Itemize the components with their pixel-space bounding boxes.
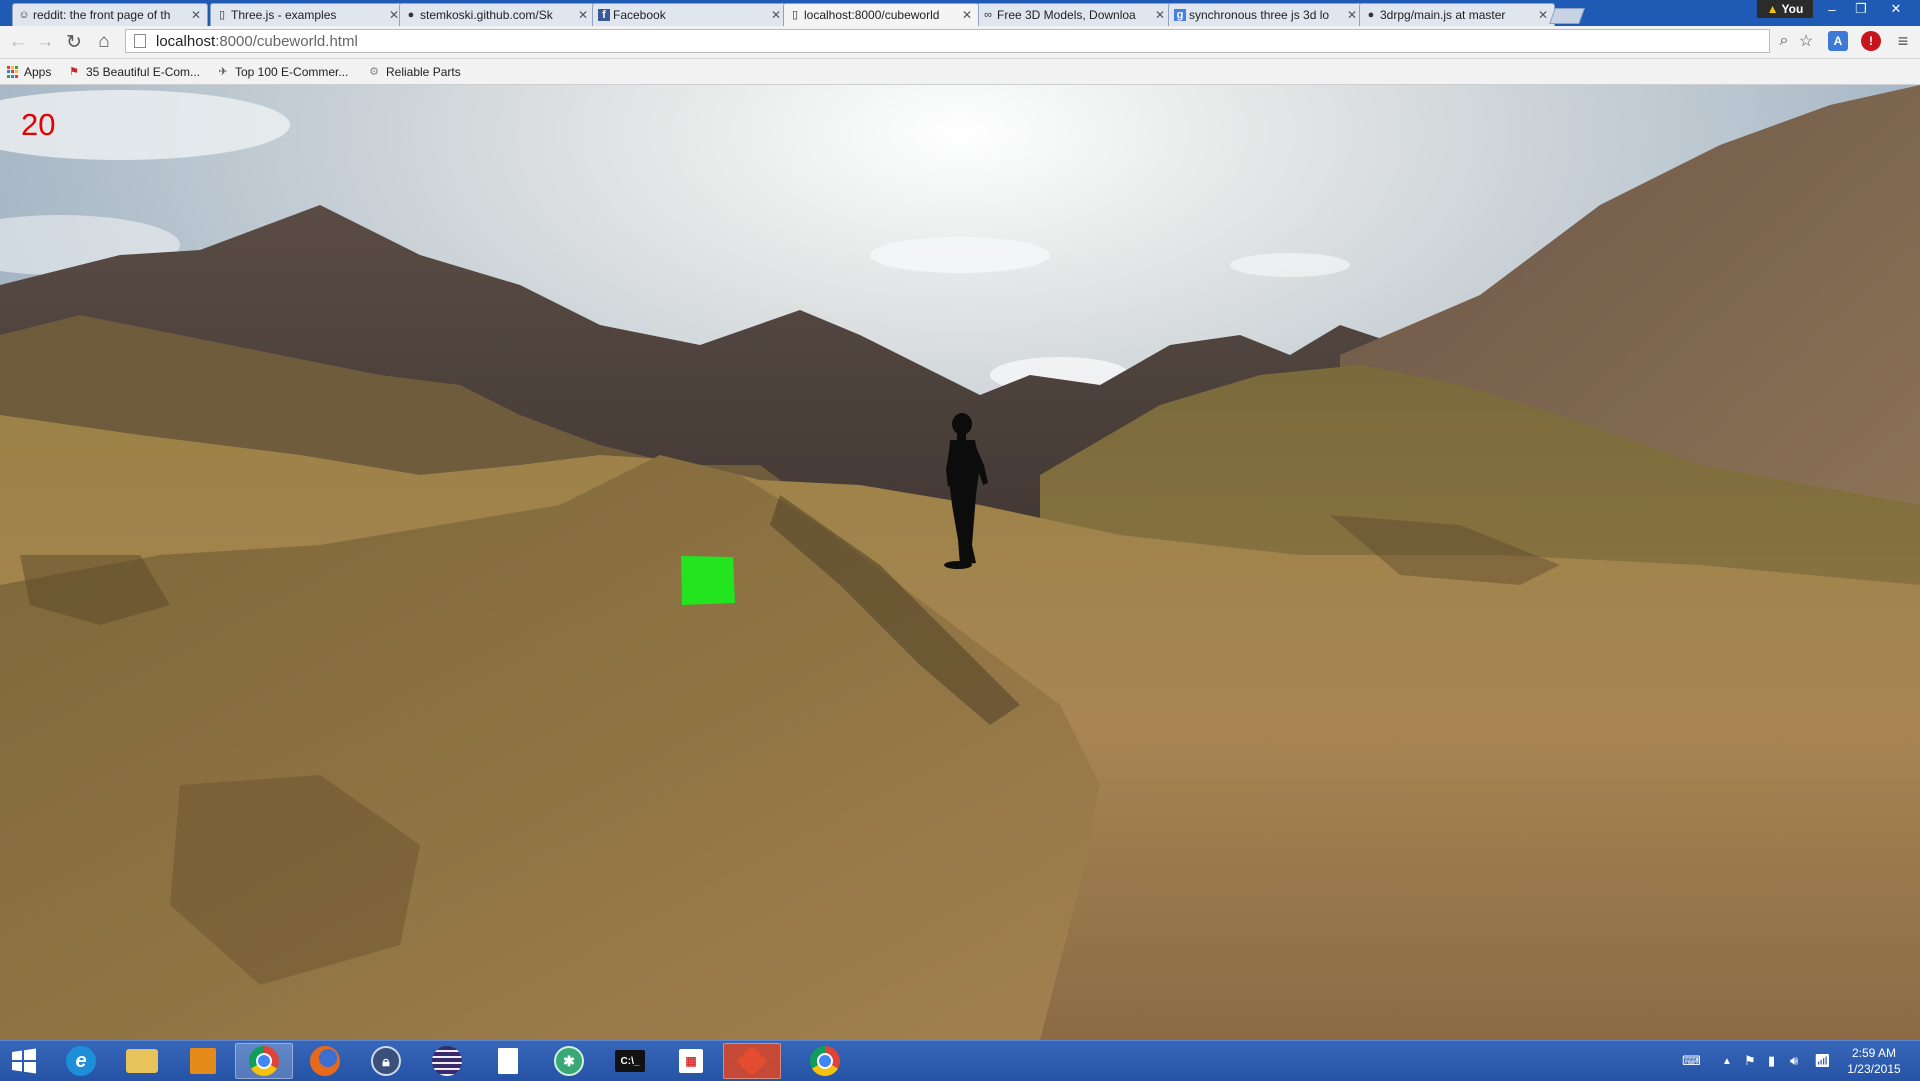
adblock-icon[interactable]: !: [1861, 31, 1881, 51]
translate-icon[interactable]: A: [1828, 31, 1848, 51]
search-icon[interactable]: ⌕: [1774, 31, 1794, 51]
tab-label: reddit: the front page of th: [33, 8, 171, 22]
terminal-icon[interactable]: C:\_: [601, 1043, 659, 1079]
profile-button[interactable]: ▲ You: [1757, 0, 1813, 18]
close-icon[interactable]: ✕: [771, 8, 781, 22]
start-button[interactable]: [0, 1043, 48, 1079]
bookmark-35-beautiful[interactable]: ⚑ 35 Beautiful E-Com...: [67, 64, 200, 80]
bookmark-icon: ⚙: [369, 66, 379, 78]
minimize-icon[interactable]: –: [1817, 0, 1847, 18]
github-icon: ●: [1367, 9, 1375, 21]
facebook-icon: f: [598, 9, 610, 21]
document-icon[interactable]: [479, 1043, 537, 1079]
bookmark-icon: ⚑: [69, 66, 79, 78]
volume-icon[interactable]: 🔊︎: [1790, 1041, 1798, 1081]
forward-arrow-icon[interactable]: →: [33, 30, 57, 54]
chrome-icon[interactable]: [796, 1043, 854, 1079]
tab-free-3d-models[interactable]: ∞ Free 3D Models, Downloa ✕: [976, 3, 1172, 26]
close-icon[interactable]: ✕: [191, 8, 201, 22]
page-icon: ▯: [791, 9, 799, 21]
profile-label: You: [1781, 2, 1804, 16]
browser-toolbar: ← → ↻ ⌂ localhost:8000/cubeworld.html ⌕ …: [0, 26, 1920, 59]
lock-icon[interactable]: 🔒︎: [357, 1043, 415, 1079]
bookmark-label: Top 100 E-Commer...: [235, 65, 349, 79]
firefox-icon[interactable]: [296, 1043, 354, 1079]
green-cube: [681, 556, 735, 605]
browser-tab-strip: ☺ reddit: the front page of th ✕ ▯ Three…: [0, 0, 1920, 26]
tab-reddit[interactable]: ☺ reddit: the front page of th ✕: [12, 3, 208, 26]
flag-icon[interactable]: ⚑: [1744, 1041, 1756, 1081]
show-hidden-icons[interactable]: ▲: [1722, 1041, 1732, 1081]
address-bar[interactable]: localhost:8000/cubeworld.html: [125, 29, 1770, 53]
reddit-icon: ☺: [18, 9, 30, 21]
page-icon: [134, 34, 146, 48]
webgl-canvas[interactable]: 20: [0, 85, 1920, 1040]
bookmarks-bar: Apps ⚑ 35 Beautiful E-Com... ✈ Top 100 E…: [0, 59, 1920, 85]
reload-icon[interactable]: ↻: [62, 30, 86, 54]
bookmark-apps[interactable]: Apps: [7, 64, 51, 80]
internet-explorer-icon[interactable]: e: [52, 1043, 110, 1079]
bookmark-top-100[interactable]: ✈ Top 100 E-Commer...: [216, 64, 348, 80]
home-icon[interactable]: ⌂: [92, 30, 116, 54]
github-icon: ●: [407, 9, 415, 21]
grid-app-icon[interactable]: ▦: [662, 1043, 720, 1079]
clock[interactable]: 2:59 AM 1/23/2015: [1838, 1045, 1910, 1077]
fps-counter: 20: [21, 107, 56, 142]
apps-grid-icon: [7, 66, 19, 78]
network-icon[interactable]: 📶︎: [1814, 1041, 1831, 1081]
tab-google-search[interactable]: g synchronous three js 3d lo ✕: [1168, 3, 1364, 26]
close-icon[interactable]: ✕: [962, 8, 972, 22]
close-icon[interactable]: ✕: [578, 8, 588, 22]
bookmark-icon: ✈: [218, 66, 228, 78]
tab-label: stemkoski.github.com/Sk: [420, 8, 553, 22]
google-icon: g: [1174, 9, 1186, 21]
tab-3drpg[interactable]: ● 3drpg/main.js at master ✕: [1359, 3, 1555, 26]
globe-app-icon[interactable]: ✱: [540, 1043, 598, 1079]
close-icon[interactable]: ✕: [1155, 8, 1165, 22]
address-path: :8000/cubeworld.html: [215, 32, 358, 50]
tab-label: localhost:8000/cubeworld: [804, 8, 940, 22]
tab-label: Free 3D Models, Downloa: [997, 8, 1136, 22]
close-icon[interactable]: ✕: [389, 8, 399, 22]
new-tab-button[interactable]: [1549, 8, 1585, 24]
address-host: localhost: [156, 32, 216, 50]
close-icon[interactable]: ✕: [1538, 8, 1548, 22]
restore-icon[interactable]: ❐: [1846, 0, 1876, 18]
link-icon: ∞: [984, 9, 992, 21]
tab-label: synchronous three js 3d lo: [1189, 8, 1330, 22]
chrome-icon[interactable]: [235, 1043, 293, 1079]
back-arrow-icon[interactable]: ←: [6, 30, 30, 54]
terrain-scene: [0, 85, 1920, 1040]
keyboard-icon[interactable]: ⌨: [1682, 1041, 1701, 1081]
tab-stemkoski[interactable]: ● stemkoski.github.com/Sk ✕: [399, 3, 595, 26]
git-icon[interactable]: [723, 1043, 781, 1079]
tab-label: 3drpg/main.js at master: [1380, 8, 1506, 22]
star-icon[interactable]: ☆: [1796, 31, 1816, 51]
tab-label: Facebook: [613, 8, 666, 22]
windows-taskbar: e 🔒︎ ✱ C:\_ ▦ ⌨ ▲ ⚑ ▮ 🔊︎ 📶︎ 2:59 AM 1/23…: [0, 1040, 1920, 1081]
close-icon[interactable]: ✕: [1347, 8, 1357, 22]
windows-logo-icon: [12, 1048, 36, 1074]
tab-facebook[interactable]: f Facebook ✕: [592, 3, 788, 26]
warning-icon: ▲: [1766, 2, 1779, 16]
clock-date: 1/23/2015: [1847, 1062, 1901, 1076]
bookmark-reliable-parts[interactable]: ⚙ Reliable Parts: [367, 64, 461, 80]
tab-cubeworld[interactable]: ▯ localhost:8000/cubeworld ✕: [783, 3, 979, 26]
page-icon: ▯: [218, 9, 226, 21]
office-icon[interactable]: [174, 1043, 232, 1079]
bookmark-label: Reliable Parts: [386, 65, 461, 79]
clock-time: 2:59 AM: [1851, 1046, 1897, 1060]
eclipse-icon[interactable]: [418, 1043, 476, 1079]
window-close-icon[interactable]: ✕: [1876, 0, 1916, 18]
bookmark-label: 35 Beautiful E-Com...: [86, 65, 201, 79]
tab-threejs-examples[interactable]: ▯ Three.js - examples ✕: [210, 3, 406, 26]
file-explorer-icon[interactable]: [113, 1043, 171, 1079]
menu-icon[interactable]: ≡: [1893, 31, 1913, 51]
bookmark-label: Apps: [24, 65, 52, 79]
tab-label: Three.js - examples: [231, 8, 337, 22]
power-icon[interactable]: ▮: [1768, 1041, 1775, 1081]
